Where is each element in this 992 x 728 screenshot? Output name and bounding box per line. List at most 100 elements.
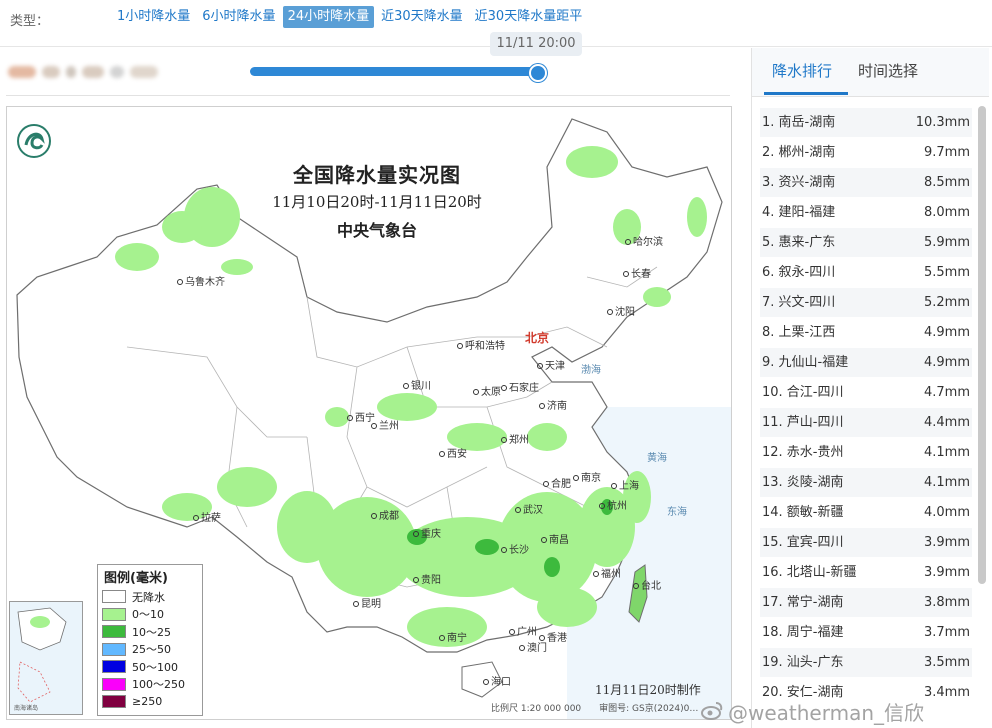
rank-station: 8. 上栗-江西 xyxy=(762,325,836,340)
watermark-text: @weatherman_信欣 xyxy=(728,700,925,725)
city-harbin: 哈尔滨 xyxy=(625,233,663,248)
tab-24h-precip[interactable]: 24小时降水量 xyxy=(282,6,375,28)
legend-item: 10～25 xyxy=(98,623,202,641)
ranking-row[interactable]: 13. 炎陵-湖南 4.1mm xyxy=(760,468,972,498)
ranking-row[interactable]: 16. 北塔山-新疆 3.9mm xyxy=(760,558,972,588)
ranking-row[interactable]: 10. 合江-四川 4.7mm xyxy=(760,378,972,408)
city-nanchang: 南昌 xyxy=(541,531,569,546)
ranking-row[interactable]: 14. 额敏-新疆 4.0mm xyxy=(760,498,972,528)
rank-value: 5.2mm xyxy=(923,295,970,310)
rank-value: 4.1mm xyxy=(923,475,970,490)
rank-station: 13. 炎陵-湖南 xyxy=(762,475,844,490)
ranking-row[interactable]: 15. 宜宾-四川 3.9mm xyxy=(760,528,972,558)
rank-station: 3. 资兴-湖南 xyxy=(762,175,836,190)
city-lhasa: 拉萨 xyxy=(193,509,221,524)
rank-value: 8.5mm xyxy=(923,175,970,190)
inset-map-svg xyxy=(17,607,67,703)
ranking-row[interactable]: 8. 上栗-江西 4.9mm xyxy=(760,318,972,348)
tab-precip-ranking[interactable]: 降水排行 xyxy=(772,60,832,81)
type-label: 类型： xyxy=(10,14,50,29)
city-beijing: 北京 xyxy=(525,331,550,345)
city-xian: 西安 xyxy=(439,445,467,460)
city-nanjing: 南京 xyxy=(573,469,601,484)
rank-station: 5. 惠来-广东 xyxy=(762,235,836,250)
ranking-row[interactable]: 1. 南岳-湖南 10.3mm xyxy=(760,108,972,138)
side-tabs: 降水排行 时间选择 xyxy=(752,48,989,97)
city-urumqi: 乌鲁木齐 xyxy=(177,273,225,288)
rank-value: 5.5mm xyxy=(923,265,970,280)
ranking-row[interactable]: 3. 资兴-湖南 8.5mm xyxy=(760,168,972,198)
legend-swatch xyxy=(102,590,126,604)
type-tabs: 1小时降水量 6小时降水量 24小时降水量 近30天降水量 近30天降水量距平 xyxy=(112,6,589,28)
rank-station: 16. 北塔山-新疆 xyxy=(762,565,857,580)
city-macau: 澳门 xyxy=(519,639,547,654)
ranking-row[interactable]: 12. 赤水-贵州 4.1mm xyxy=(760,438,972,468)
city-jinan: 济南 xyxy=(539,397,567,412)
tab-time-select[interactable]: 时间选择 xyxy=(858,60,918,81)
ranking-row[interactable]: 2. 郴州-湖南 9.7mm xyxy=(760,138,972,168)
city-hefei: 合肥 xyxy=(543,475,571,490)
time-slider-track[interactable] xyxy=(250,67,538,76)
city-shanghai: 上海 xyxy=(611,477,639,492)
time-tooltip: 11/11 20:00 xyxy=(490,32,582,56)
legend-swatch xyxy=(102,625,126,639)
sea-bohai-label: 渤海 xyxy=(581,365,601,376)
rank-station: 2. 郴州-湖南 xyxy=(762,145,836,160)
ranking-row[interactable]: 11. 芦山-四川 4.4mm xyxy=(760,408,972,438)
ranking-row[interactable]: 6. 叙永-四川 5.5mm xyxy=(760,258,972,288)
ranking-row[interactable]: 19. 汕头-广东 3.5mm xyxy=(760,648,972,678)
rank-station: 1. 南岳-湖南 xyxy=(762,115,836,130)
city-nanning: 南宁 xyxy=(439,629,467,644)
ranking-row[interactable]: 18. 周宁-福建 3.7mm xyxy=(760,618,972,648)
city-shenyang: 沈阳 xyxy=(607,303,635,318)
city-yinchuan: 银川 xyxy=(403,377,431,392)
map-scale: 比例尺 1:20 000 000 xyxy=(491,704,582,714)
cma-logo-icon xyxy=(17,124,51,158)
city-chengdu: 成都 xyxy=(371,507,399,522)
rank-value: 8.0mm xyxy=(923,205,970,220)
ranking-row[interactable]: 4. 建阳-福建 8.0mm xyxy=(760,198,972,228)
rank-value: 4.7mm xyxy=(923,385,970,400)
city-tianjin: 天津 xyxy=(537,357,565,372)
legend-swatch xyxy=(102,695,126,709)
rank-station: 17. 常宁-湖南 xyxy=(762,595,844,610)
ranking-list: 1. 南岳-湖南 10.3mm 2. 郴州-湖南 9.7mm 3. 资兴-湖南 8.5… xyxy=(760,108,972,708)
blurred-label xyxy=(8,62,173,82)
tab-30d-precip-anomaly[interactable]: 近30天降水量距平 xyxy=(470,6,588,28)
legend-label: 0～10 xyxy=(132,608,164,622)
rank-station: 4. 建阳-福建 xyxy=(762,205,836,220)
tab-6h-precip[interactable]: 6小时降水量 xyxy=(197,6,280,28)
map-footer: 比例尺 1:20 000 000 审图号: GS京(2024)0… xyxy=(491,701,727,714)
rank-station: 14. 额敏-新疆 xyxy=(762,505,844,520)
ranking-row[interactable]: 5. 惠来-广东 5.9mm xyxy=(760,228,972,258)
ranking-row[interactable]: 7. 兴文-四川 5.2mm xyxy=(760,288,972,318)
legend-item: 25～50 xyxy=(98,641,202,659)
legend-title: 图例(毫米) xyxy=(104,571,168,586)
rank-station: 7. 兴文-四川 xyxy=(762,295,836,310)
south-china-sea-inset: 南海诸岛 xyxy=(9,601,83,715)
rank-value: 4.1mm xyxy=(923,445,970,460)
legend-swatch xyxy=(102,660,126,674)
map-legend: 图例(毫米) 无降水 0～10 10～25 25～50 50～100 100～2… xyxy=(97,564,203,716)
ranking-row[interactable]: 9. 九仙山-福建 4.9mm xyxy=(760,348,972,378)
watermark: @weatherman_信欣 xyxy=(700,694,992,728)
legend-label: ≥250 xyxy=(132,695,163,709)
weibo-icon xyxy=(701,702,723,720)
divider xyxy=(6,95,730,96)
rank-station: 10. 合江-四川 xyxy=(762,385,844,400)
city-hangzhou: 杭州 xyxy=(599,497,627,512)
city-shijiazhuang: 石家庄 xyxy=(501,379,539,394)
map-title: 全国降水量实况图 xyxy=(293,163,461,187)
rank-station: 12. 赤水-贵州 xyxy=(762,445,844,460)
ranking-scrollbar[interactable] xyxy=(978,106,986,584)
tab-1h-precip[interactable]: 1小时降水量 xyxy=(112,6,195,28)
time-slider-handle[interactable] xyxy=(529,64,547,82)
legend-label: 25～50 xyxy=(132,643,171,657)
legend-swatch xyxy=(102,642,126,656)
precipitation-map: 全国降水量实况图 11月10日20时-11月11日20时 中央气象台 乌鲁木齐 … xyxy=(6,106,732,720)
tab-30d-precip[interactable]: 近30天降水量 xyxy=(376,6,468,28)
city-kunming: 昆明 xyxy=(353,595,381,610)
city-zhengzhou: 郑州 xyxy=(501,431,529,446)
ranking-row[interactable]: 17. 常宁-湖南 3.8mm xyxy=(760,588,972,618)
rank-station: 19. 汕头-广东 xyxy=(762,655,844,670)
